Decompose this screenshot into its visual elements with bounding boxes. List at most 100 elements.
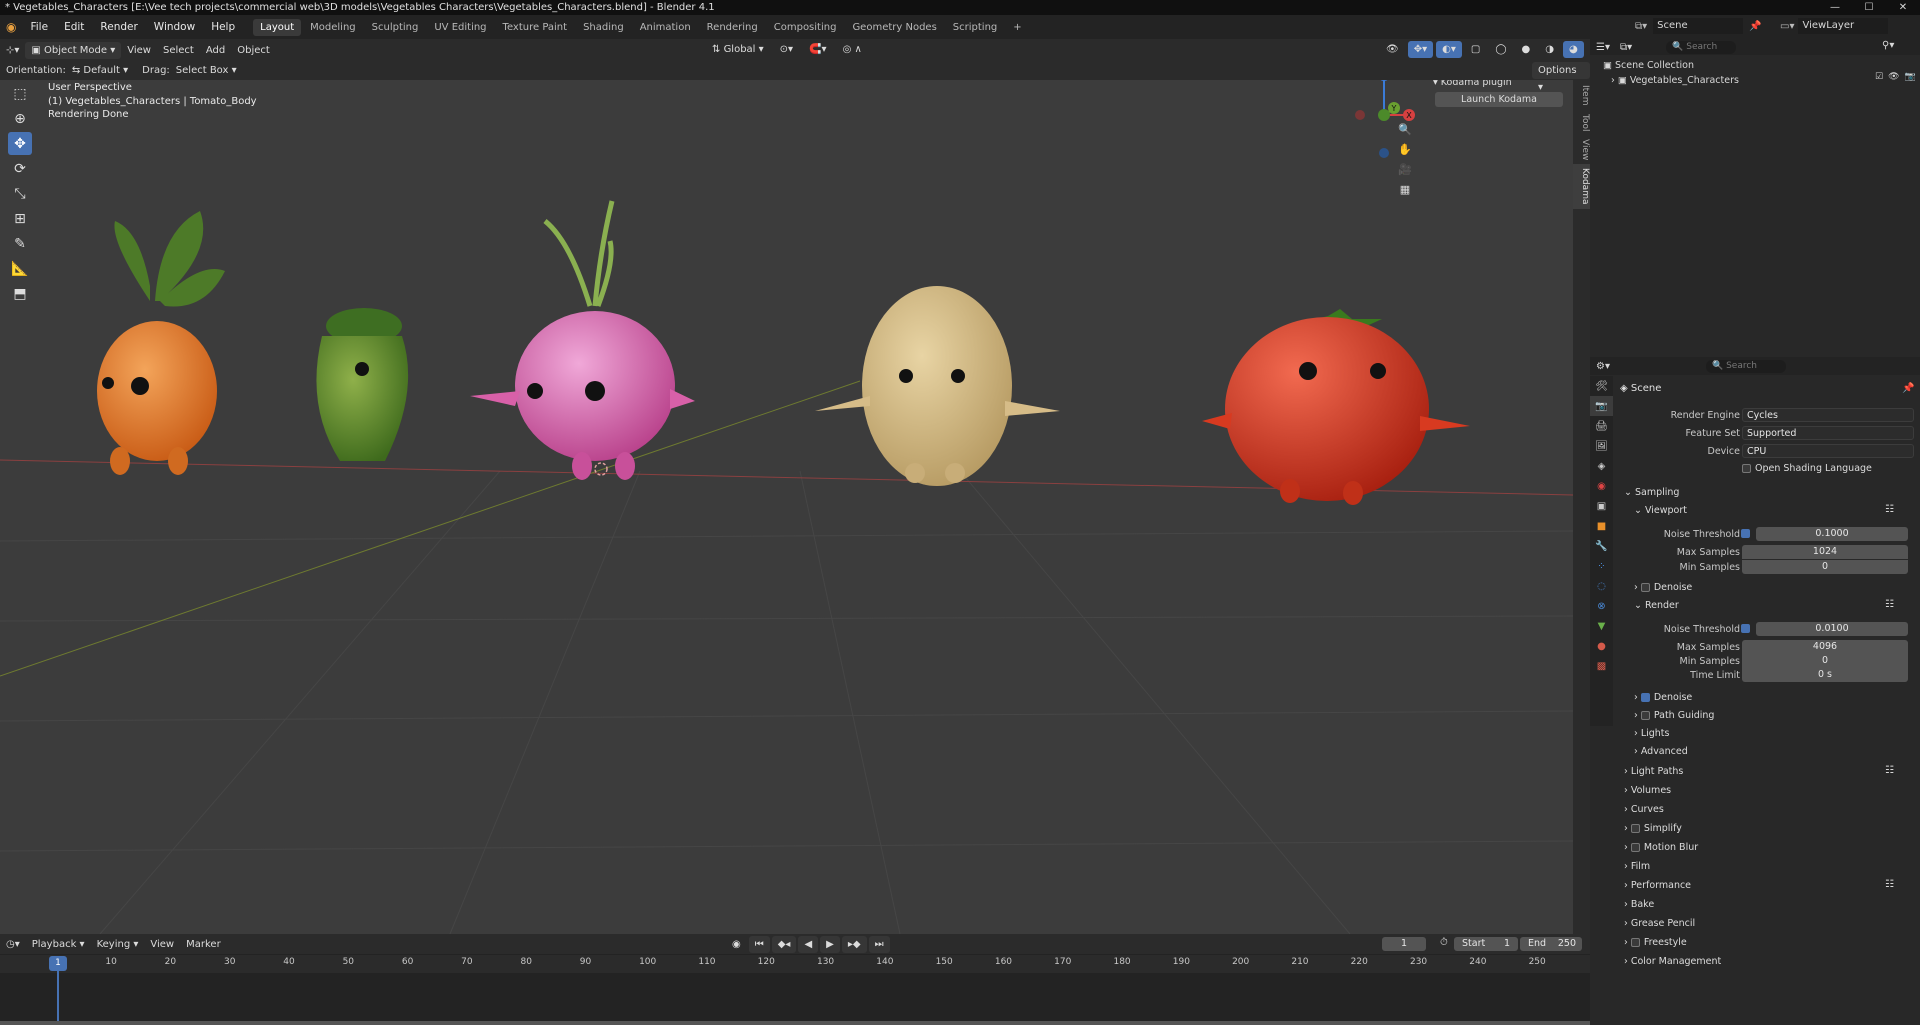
timeline-scrollbar[interactable]: [0, 1021, 1590, 1025]
auto-key-icon[interactable]: ◉: [726, 936, 747, 953]
light-paths-panel[interactable]: › Light Paths: [1624, 766, 1683, 777]
r-max-samples-field[interactable]: 4096: [1742, 640, 1908, 654]
current-frame-field[interactable]: 1: [1382, 937, 1426, 951]
world-props-icon[interactable]: ◉: [1590, 476, 1613, 496]
outliner-search[interactable]: 🔍 Search: [1666, 40, 1737, 54]
color-management-panel[interactable]: › Color Management: [1624, 956, 1721, 967]
rotate-tool-icon[interactable]: ⟳: [8, 157, 32, 180]
display-mode-icon[interactable]: ⧉▾: [1616, 42, 1636, 53]
performance-presets-icon[interactable]: ☷: [1885, 879, 1894, 890]
ortho-toggle-icon[interactable]: ▦: [1396, 180, 1414, 198]
device-dropdown[interactable]: CPU: [1742, 444, 1914, 458]
pin-icon[interactable]: 📌: [1749, 21, 1761, 32]
performance-panel[interactable]: › Performance: [1624, 880, 1691, 891]
sidebar-tab-tool[interactable]: Tool: [1573, 110, 1590, 135]
add-cube-tool-icon[interactable]: ⬒: [8, 282, 32, 305]
visibility-icon[interactable]: 👁▾: [1380, 41, 1405, 72]
simplify-checkbox[interactable]: [1630, 824, 1640, 833]
r-noise-threshold-checkbox[interactable]: [1741, 624, 1750, 633]
close-icon[interactable]: ✕: [1886, 0, 1920, 15]
timeline-editor-icon[interactable]: ◷▾: [0, 936, 26, 953]
proportional-edit-icon[interactable]: ◎ ∧: [837, 41, 868, 58]
tab-modeling[interactable]: Modeling: [303, 19, 363, 36]
curves-panel[interactable]: › Curves: [1624, 804, 1664, 815]
tab-scripting[interactable]: Scripting: [946, 19, 1004, 36]
sidebar-tab-kodama[interactable]: Kodama: [1573, 164, 1590, 209]
pin-context-icon[interactable]: 📌: [1902, 383, 1914, 394]
tab-uv-editing[interactable]: UV Editing: [427, 19, 493, 36]
viewlayer-icon[interactable]: ▭▾: [1780, 21, 1794, 32]
menu-object[interactable]: Object: [231, 42, 276, 59]
freestyle-panel[interactable]: › Freestyle: [1624, 937, 1687, 948]
viewport-presets-icon[interactable]: ☷: [1885, 504, 1894, 515]
preview-range-icon[interactable]: ⏱: [1440, 937, 1448, 948]
tab-geometry-nodes[interactable]: Geometry Nodes: [845, 19, 943, 36]
tab-texture-paint[interactable]: Texture Paint: [496, 19, 575, 36]
pan-icon[interactable]: ✋: [1396, 140, 1414, 158]
outliner-editor-icon[interactable]: ☰▾: [1590, 42, 1616, 53]
properties-editor-icon[interactable]: ⚙▾: [1590, 361, 1616, 372]
maximize-icon[interactable]: ☐: [1852, 0, 1886, 15]
freestyle-checkbox[interactable]: [1630, 938, 1640, 947]
properties-search[interactable]: 🔍 Search: [1705, 359, 1786, 373]
vp-noise-threshold-checkbox[interactable]: [1741, 529, 1750, 538]
motion-blur-checkbox[interactable]: [1630, 843, 1640, 852]
launch-kodama-button[interactable]: Launch Kodama: [1435, 92, 1563, 107]
render-subpanel-header[interactable]: ⌄ Render: [1634, 600, 1679, 611]
advanced-subpanel[interactable]: › Advanced: [1634, 746, 1688, 757]
tomato-character[interactable]: [1202, 309, 1470, 505]
playback-menu[interactable]: Playback ▾: [26, 936, 91, 953]
r-min-samples-field[interactable]: 0: [1742, 654, 1908, 668]
r-denoise-checkbox[interactable]: [1640, 693, 1650, 702]
tool-props-icon[interactable]: 🛠: [1590, 376, 1613, 396]
filter-icon[interactable]: ⚲▾: [1882, 40, 1894, 51]
tab-compositing[interactable]: Compositing: [767, 19, 844, 36]
shading-wireframe-icon[interactable]: ◯: [1489, 41, 1512, 58]
menu-window[interactable]: Window: [146, 15, 203, 39]
camera-view-icon[interactable]: 🎥: [1396, 160, 1414, 178]
mode-selector[interactable]: ▣ Object Mode ▾: [25, 41, 122, 59]
camera-icon[interactable]: 📷: [1905, 72, 1916, 82]
orientation-dropdown[interactable]: ⇆ Default ▾: [66, 62, 134, 79]
move-tool-icon[interactable]: ✥: [8, 132, 32, 155]
vp-denoise-checkbox[interactable]: [1640, 583, 1650, 592]
scene-name[interactable]: Scene: [1653, 18, 1744, 34]
drag-dropdown[interactable]: Select Box ▾: [170, 62, 243, 79]
pepper-character[interactable]: [316, 308, 409, 461]
tab-shading[interactable]: Shading: [576, 19, 631, 36]
play-reverse-icon[interactable]: ◀: [798, 936, 819, 953]
jump-end-icon[interactable]: ⏭: [868, 936, 890, 953]
motion-blur-panel[interactable]: › Motion Blur: [1624, 842, 1698, 853]
tab-rendering[interactable]: Rendering: [700, 19, 765, 36]
menu-edit[interactable]: Edit: [56, 15, 92, 39]
add-workspace-icon[interactable]: +: [1006, 19, 1028, 36]
xray-icon[interactable]: ▢: [1465, 41, 1486, 58]
scale-tool-icon[interactable]: ⤡: [8, 182, 32, 205]
menu-file[interactable]: File: [22, 15, 56, 39]
viewlayer-name[interactable]: ViewLayer: [1798, 18, 1889, 34]
vp-noise-threshold-field[interactable]: 0.1000: [1756, 527, 1908, 541]
menu-help[interactable]: Help: [203, 15, 243, 39]
eye-icon[interactable]: 👁: [1888, 72, 1899, 82]
tree-item-vegetables[interactable]: › ▣ Vegetables_Characters: [1603, 73, 1739, 88]
osl-checkbox[interactable]: Open Shading Language: [1742, 463, 1872, 474]
volumes-panel[interactable]: › Volumes: [1624, 785, 1671, 796]
r-noise-threshold-field[interactable]: 0.0100: [1756, 622, 1908, 636]
constraints-props-icon[interactable]: ⊗: [1590, 596, 1613, 616]
bake-panel[interactable]: › Bake: [1624, 899, 1654, 910]
tab-layout[interactable]: Layout: [253, 18, 302, 36]
r-denoise-subpanel[interactable]: › Denoise: [1634, 692, 1692, 703]
snap-icon[interactable]: 🧲▾: [803, 41, 832, 58]
path-guiding-subpanel[interactable]: › Path Guiding: [1634, 710, 1714, 721]
marker-menu[interactable]: Marker: [180, 936, 227, 953]
light-paths-presets-icon[interactable]: ☷: [1885, 765, 1894, 776]
viewport-subpanel-header[interactable]: ⌄ Viewport: [1634, 505, 1687, 516]
end-frame-field[interactable]: End 250: [1520, 937, 1582, 951]
measure-tool-icon[interactable]: 📐: [8, 257, 32, 280]
grease-pencil-panel[interactable]: › Grease Pencil: [1624, 918, 1695, 929]
vp-max-samples-field[interactable]: 1024: [1742, 545, 1908, 559]
next-keyframe-icon[interactable]: ▸◆: [841, 936, 867, 953]
menu-add[interactable]: Add: [200, 42, 231, 59]
onion-character[interactable]: [470, 200, 695, 480]
shading-material-icon[interactable]: ◑: [1539, 41, 1560, 58]
